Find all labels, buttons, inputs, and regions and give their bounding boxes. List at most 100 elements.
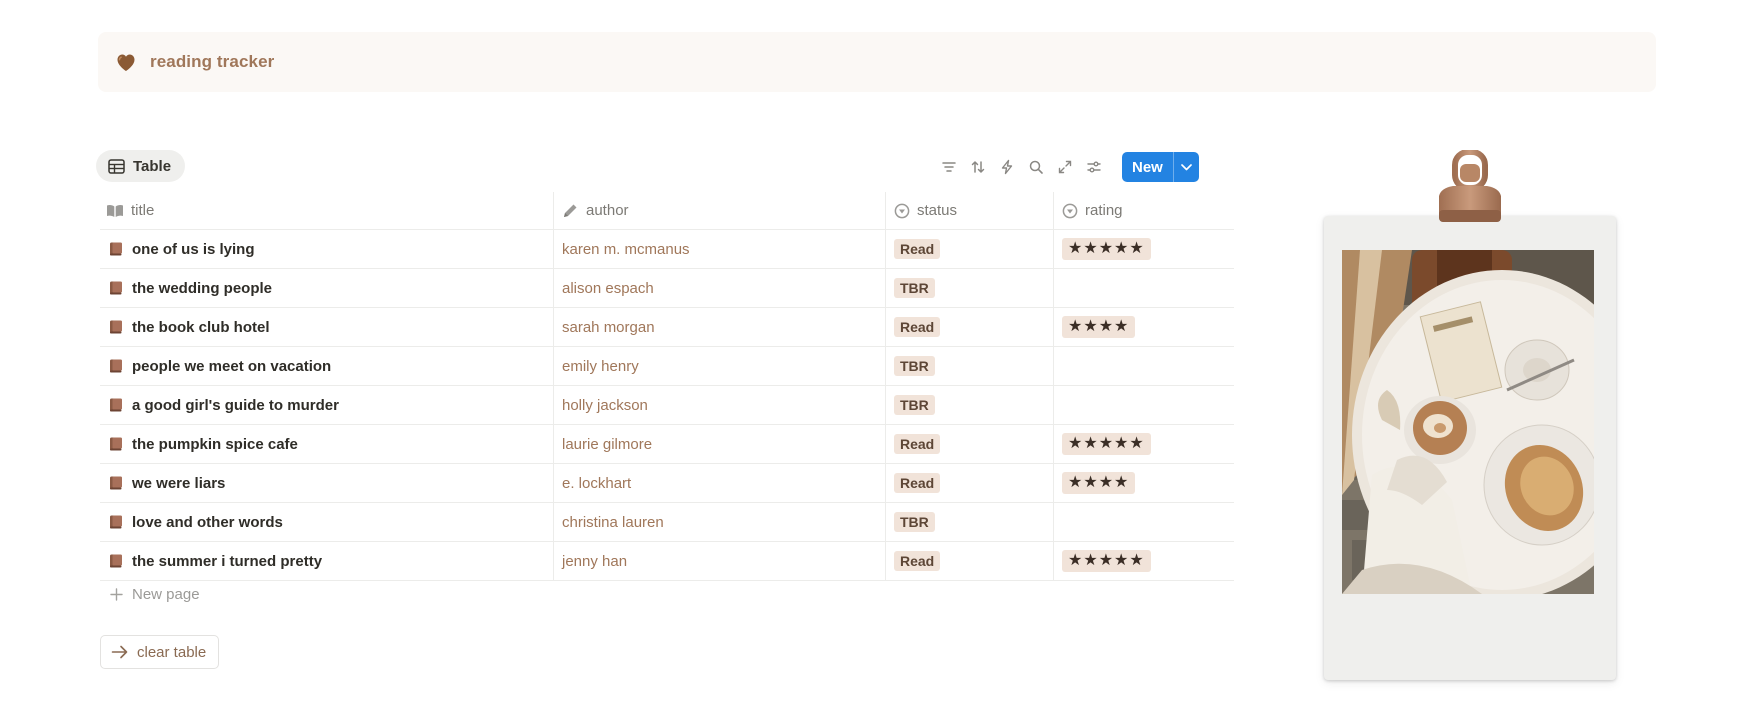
new-button[interactable]: New [1122,152,1199,182]
reading-table: title author status rating one of us is … [100,192,1234,581]
author-cell[interactable]: alison espach [553,269,885,307]
table-icon [108,158,125,174]
book-title[interactable]: the book club hotel [132,319,270,336]
title-cell[interactable]: one of us is lying [100,230,553,268]
column-label: title [131,202,155,219]
author-cell[interactable]: e. lockhart [553,464,885,502]
rating-cell[interactable]: ★★★★ [1053,464,1234,502]
author-cell[interactable]: laurie gilmore [553,425,885,463]
rating-cell[interactable]: ★★★★★ [1053,542,1234,580]
book-icon [110,515,122,529]
rating-cell[interactable]: ★★★★ [1053,308,1234,346]
status-cell[interactable]: TBR [885,269,1053,307]
table-row[interactable]: the wedding people alison espach TBR [100,269,1234,308]
rating-stars: ★★★★★ [1062,433,1151,455]
rating-cell[interactable] [1053,269,1234,307]
rating-cell[interactable]: ★★★★★ [1053,230,1234,268]
column-header-rating[interactable]: rating [1053,192,1234,229]
search-icon[interactable] [1027,158,1045,176]
author-cell[interactable]: sarah morgan [553,308,885,346]
rating-cell[interactable]: ★★★★★ [1053,425,1234,463]
author-cell[interactable]: jenny han [553,542,885,580]
table-row[interactable]: one of us is lying karen m. mcmanus Read… [100,230,1234,269]
book-author: christina lauren [562,513,664,531]
title-cell[interactable]: we were liars [100,464,553,502]
status-cell[interactable]: TBR [885,503,1053,541]
table-row[interactable]: a good girl's guide to murder holly jack… [100,386,1234,425]
status-cell[interactable]: Read [885,230,1053,268]
book-author: jenny han [562,552,628,570]
book-icon [110,476,122,490]
book-title[interactable]: one of us is lying [132,241,255,258]
status-cell[interactable]: Read [885,425,1053,463]
filter-icon[interactable] [940,158,958,176]
new-button-label[interactable]: New [1122,152,1173,182]
column-label: status [917,202,958,219]
table-row[interactable]: the book club hotel sarah morgan Read ★★… [100,308,1234,347]
author-cell[interactable]: holly jackson [553,386,885,424]
status-cell[interactable]: TBR [885,386,1053,424]
rating-cell[interactable] [1053,503,1234,541]
sort-icon[interactable] [969,158,987,176]
book-title[interactable]: people we meet on vacation [132,358,331,375]
expand-icon[interactable] [1056,158,1074,176]
status-cell[interactable]: Read [885,542,1053,580]
status-cell[interactable]: TBR [885,347,1053,385]
book-icon [110,359,122,373]
book-title[interactable]: the pumpkin spice cafe [132,436,298,453]
author-cell[interactable]: christina lauren [553,503,885,541]
polaroid-frame [1324,216,1616,680]
table-row[interactable]: the summer i turned pretty jenny han Rea… [100,542,1234,581]
status-badge: TBR [894,278,935,298]
status-badge: Read [894,473,941,493]
table-row[interactable]: people we meet on vacation emily henry T… [100,347,1234,386]
status-cell[interactable]: Read [885,464,1053,502]
book-title[interactable]: the wedding people [132,280,272,297]
author-cell[interactable]: karen m. mcmanus [553,230,885,268]
chevron-down-icon[interactable] [1172,152,1199,182]
column-header-author[interactable]: author [553,192,885,229]
clear-table-button[interactable]: clear table [100,635,220,669]
book-author: laurie gilmore [562,435,653,453]
settings-icon[interactable] [1085,158,1103,176]
book-author: alison espach [562,279,654,297]
database-toolbar: New [940,152,1199,182]
rating-cell[interactable] [1053,386,1234,424]
table-row[interactable]: love and other words christina lauren TB… [100,503,1234,542]
book-icon [110,320,122,334]
title-cell[interactable]: the book club hotel [100,308,553,346]
book-title[interactable]: the summer i turned pretty [132,553,322,570]
column-header-status[interactable]: status [885,192,1053,229]
title-cell[interactable]: people we meet on vacation [100,347,553,385]
rating-stars: ★★★★ [1062,472,1136,494]
book-title[interactable]: love and other words [132,514,283,531]
table-row[interactable]: the pumpkin spice cafe laurie gilmore Re… [100,425,1234,464]
column-header-title[interactable]: title [100,192,553,229]
title-cell[interactable]: a good girl's guide to murder [100,386,553,424]
book-title[interactable]: a good girl's guide to murder [132,397,339,414]
status-badge: Read [894,239,941,259]
title-cell[interactable]: love and other words [100,503,553,541]
pencil-icon [564,204,577,217]
view-tab-table[interactable]: Table [96,150,186,182]
title-cell[interactable]: the wedding people [100,269,553,307]
book-author: emily henry [562,357,639,375]
table-row[interactable]: we were liars e. lockhart Read ★★★★ [100,464,1234,503]
brown-heart-icon [117,54,135,71]
status-badge: TBR [894,512,935,532]
open-book-icon [107,204,123,217]
book-icon [110,437,122,451]
title-cell[interactable]: the summer i turned pretty [100,542,553,580]
rating-cell[interactable] [1053,347,1234,385]
book-title[interactable]: we were liars [132,475,225,492]
title-cell[interactable]: the pumpkin spice cafe [100,425,553,463]
author-cell[interactable]: emily henry [553,347,885,385]
status-cell[interactable]: Read [885,308,1053,346]
new-page-label: New page [132,586,200,603]
arrow-right-icon [111,645,128,659]
cafe-photo-illustration [1342,250,1594,594]
automation-icon[interactable] [998,158,1016,176]
select-icon [894,203,910,218]
new-page-button[interactable]: New page [110,586,200,603]
status-badge: Read [894,434,941,454]
